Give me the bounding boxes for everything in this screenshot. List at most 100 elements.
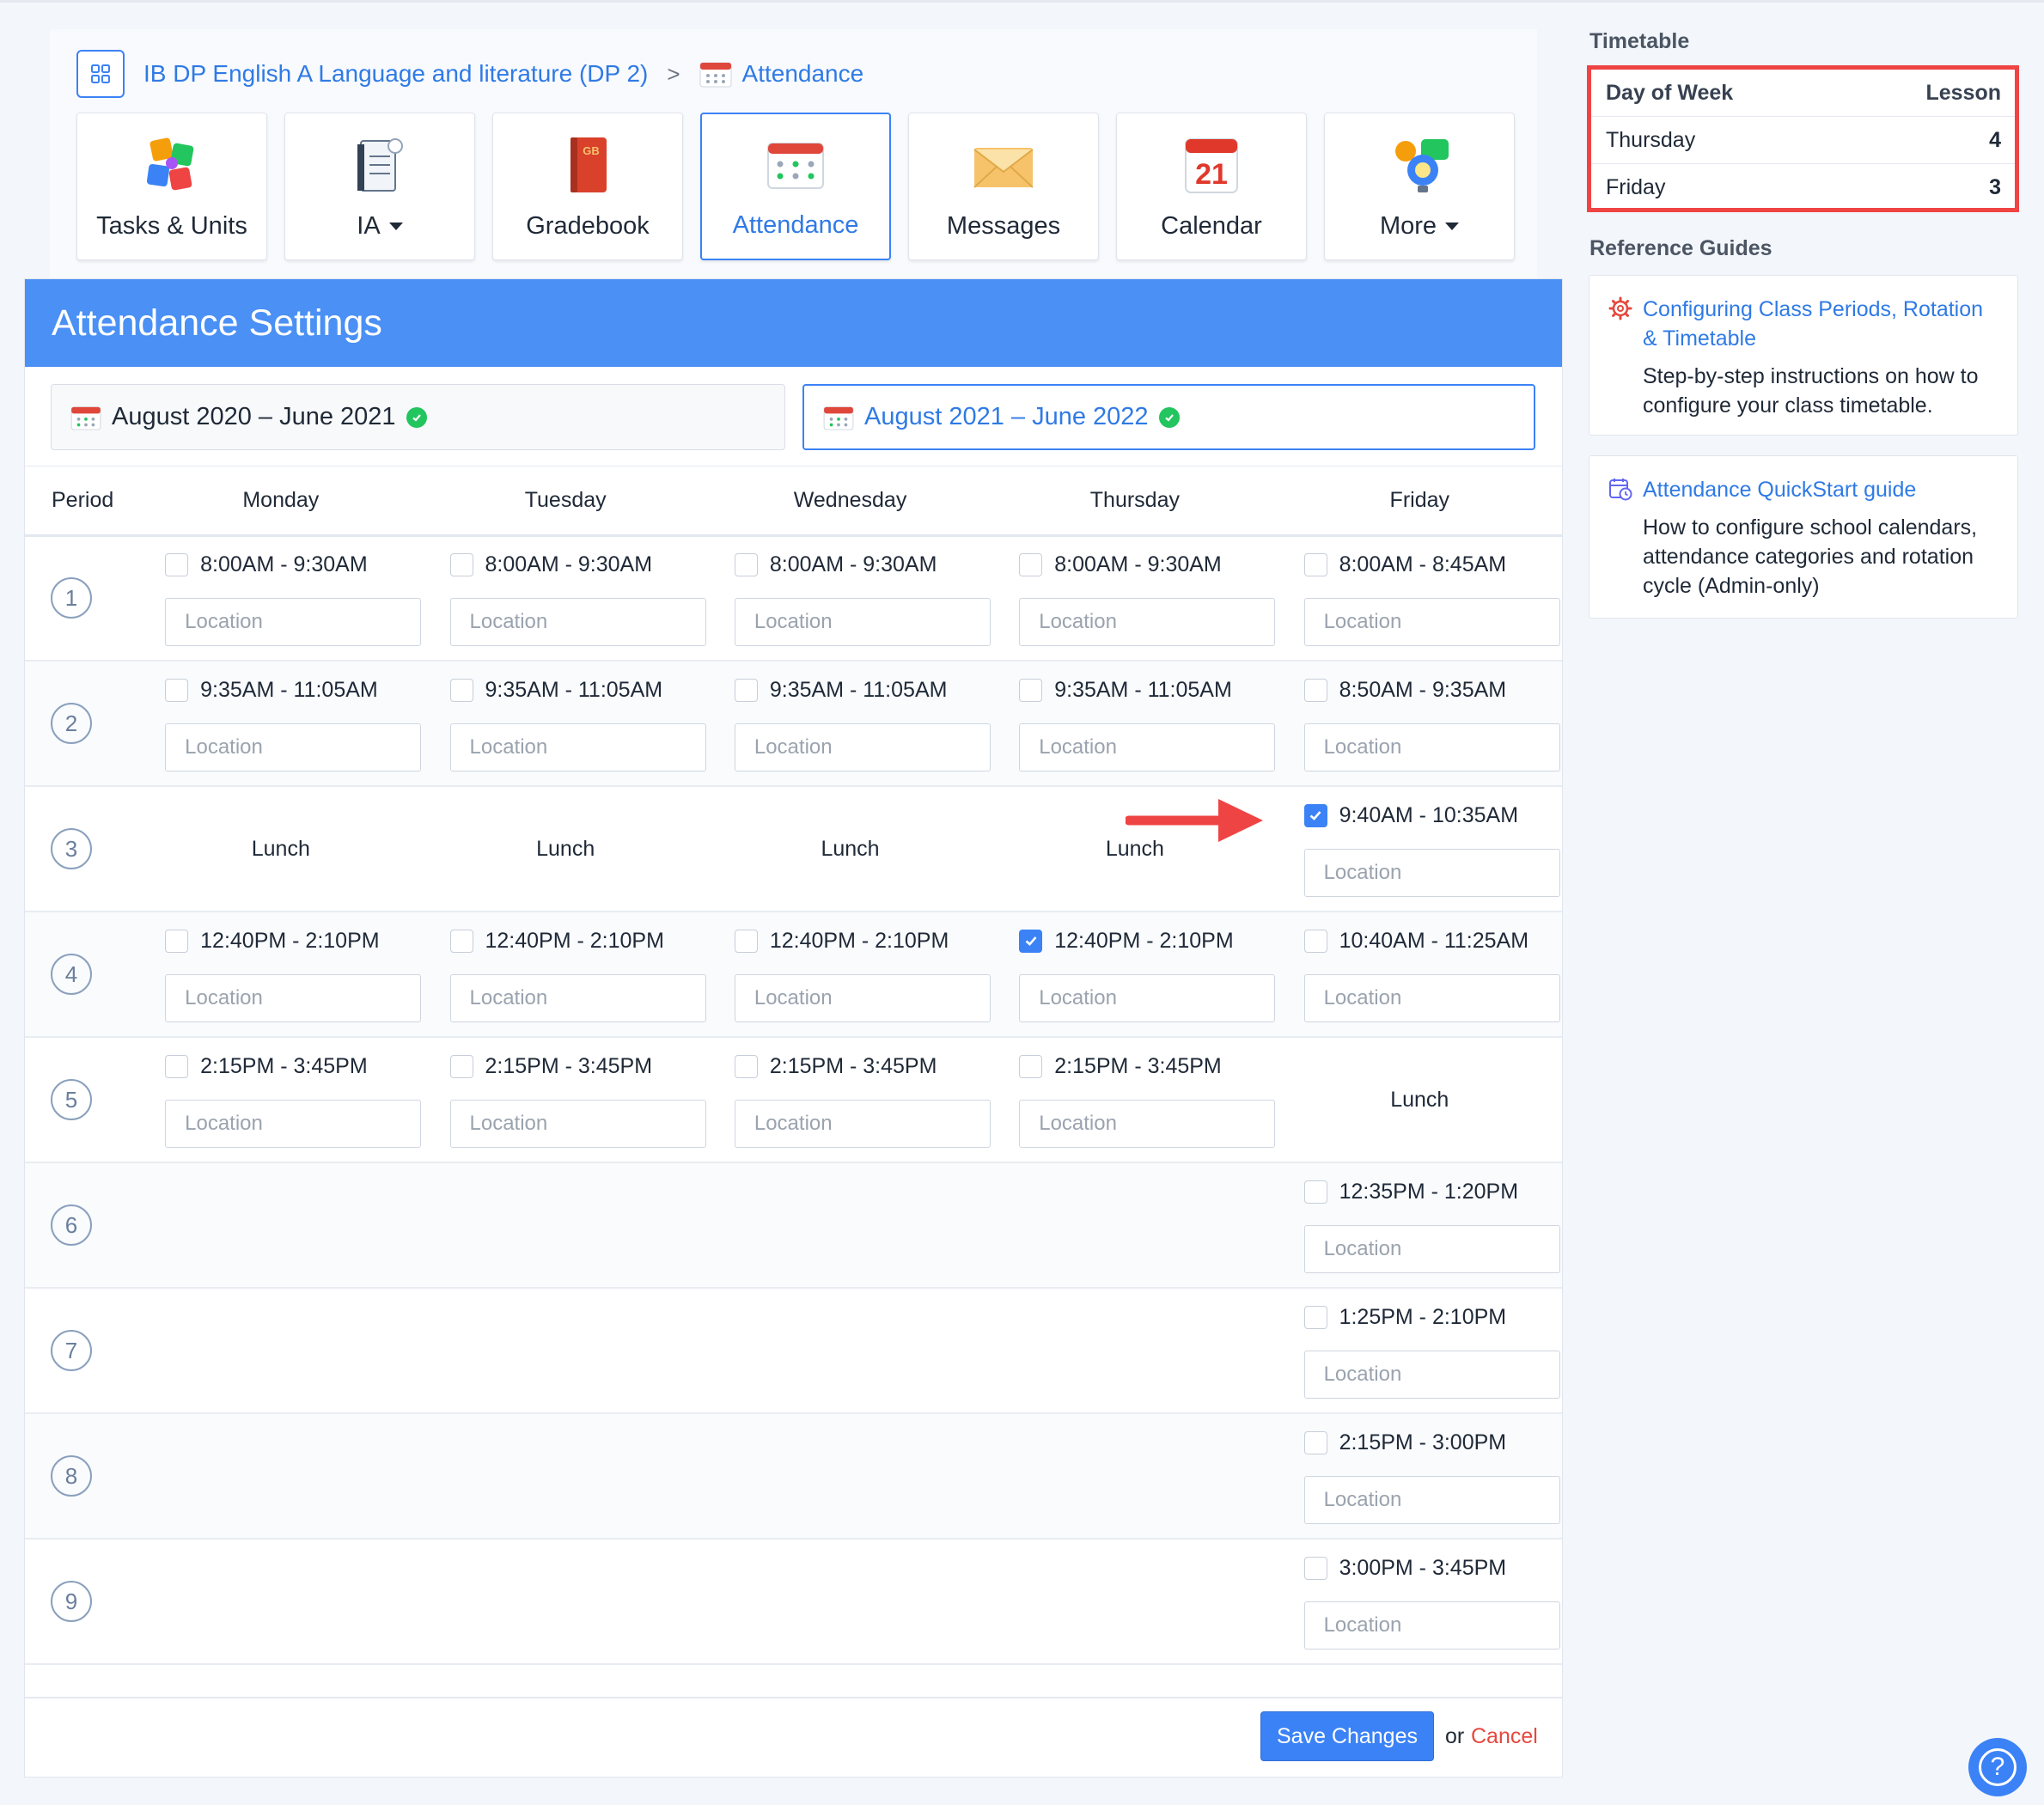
- period-number-cell: 3: [25, 786, 139, 912]
- period-checkbox[interactable]: [449, 552, 473, 576]
- slot-header: 9:40AM - 10:35AM: [1303, 801, 1560, 830]
- location-input[interactable]: [1303, 849, 1560, 897]
- year-option-selected[interactable]: August 2021 – June 2022: [802, 384, 1535, 450]
- day-slot-cell: 8:00AM - 8:45AM: [1277, 535, 1562, 662]
- apps-grid-button[interactable]: [76, 50, 125, 98]
- period-row: 8 2:15PM - 3:00PM: [25, 1413, 1562, 1540]
- guide-link[interactable]: Attendance QuickStart guide: [1643, 475, 1998, 504]
- location-input[interactable]: [165, 1100, 422, 1148]
- day-slot-cell: [707, 1539, 993, 1665]
- location-input[interactable]: [449, 1100, 706, 1148]
- period-checkbox[interactable]: [449, 1054, 473, 1078]
- period-time: 2:15PM - 3:45PM: [769, 1053, 937, 1078]
- form-footer: Save Changes or Cancel: [25, 1697, 1562, 1777]
- period-time: 8:00AM - 9:30AM: [200, 552, 368, 576]
- location-input[interactable]: [165, 974, 422, 1022]
- location-input[interactable]: [1303, 723, 1560, 771]
- page-title: Attendance Settings: [25, 279, 1562, 367]
- location-input[interactable]: [1303, 974, 1560, 1022]
- tile-calendar[interactable]: 21 Calendar: [1116, 113, 1307, 260]
- location-input[interactable]: [449, 598, 706, 647]
- period-checkbox[interactable]: [1303, 1556, 1327, 1580]
- location-input[interactable]: [1303, 1225, 1560, 1273]
- puzzle-icon: [146, 137, 194, 191]
- tile-attendance[interactable]: Attendance: [700, 113, 891, 260]
- period-checkbox[interactable]: [1303, 1430, 1327, 1454]
- location-input[interactable]: [734, 598, 991, 647]
- period-slot: 12:40PM - 2:10PM: [1019, 926, 1276, 1022]
- breadcrumb-current[interactable]: Attendance: [699, 60, 863, 88]
- tile-label: More: [1380, 212, 1460, 241]
- slot-header: 2:15PM - 3:00PM: [1303, 1428, 1560, 1457]
- breadcrumb-course-link[interactable]: IB DP English A Language and literature …: [143, 60, 648, 88]
- period-checkbox[interactable]: [1019, 1054, 1043, 1078]
- tile-more[interactable]: More: [1324, 113, 1515, 260]
- location-input[interactable]: [1303, 598, 1560, 647]
- period-checkbox[interactable]: [1019, 678, 1043, 702]
- slot-header: 12:40PM - 2:10PM: [1019, 926, 1275, 955]
- location-input[interactable]: [449, 974, 706, 1022]
- location-input[interactable]: [165, 723, 422, 771]
- column-header-day: Friday: [1277, 466, 1562, 537]
- period-slot: 8:50AM - 9:35AM: [1303, 675, 1560, 771]
- location-input[interactable]: [1019, 1100, 1276, 1148]
- location-input[interactable]: [1303, 1351, 1560, 1399]
- attendance-calendar-icon: [699, 62, 732, 88]
- location-input[interactable]: [165, 598, 422, 647]
- period-checkbox[interactable]: [1303, 1180, 1327, 1204]
- location-input[interactable]: [1019, 598, 1276, 647]
- tile-tasks-units[interactable]: Tasks & Units: [76, 113, 267, 260]
- location-input[interactable]: [1019, 723, 1276, 771]
- day-slot-cell: 8:00AM - 9:30AM: [138, 535, 424, 662]
- tile-gradebook[interactable]: GB Gradebook: [492, 113, 683, 260]
- period-checkbox[interactable]: [165, 552, 189, 576]
- day-slot-cell: Lunch: [707, 786, 993, 912]
- location-input[interactable]: [1303, 1601, 1560, 1650]
- year-option[interactable]: August 2020 – June 2021: [51, 384, 785, 450]
- period-checkbox[interactable]: [1303, 678, 1327, 702]
- period-checkbox[interactable]: [165, 678, 189, 702]
- period-checkbox[interactable]: [1019, 929, 1043, 953]
- period-checkbox[interactable]: [449, 929, 473, 953]
- period-checkbox[interactable]: [734, 929, 758, 953]
- period-checkbox[interactable]: [449, 678, 473, 702]
- day-slot-cell: 9:35AM - 11:05AM: [707, 661, 993, 787]
- slot-header: 12:40PM - 2:10PM: [734, 926, 991, 955]
- envelope-icon: [973, 148, 1034, 188]
- day-slot-cell: 12:40PM - 2:10PM: [707, 912, 993, 1038]
- day-slot-cell: [138, 1539, 424, 1665]
- cancel-link[interactable]: Cancel: [1471, 1724, 1538, 1749]
- location-input[interactable]: [734, 974, 991, 1022]
- period-checkbox[interactable]: [734, 678, 758, 702]
- period-checkbox[interactable]: [1303, 552, 1327, 576]
- help-button[interactable]: ?: [1968, 1738, 2027, 1796]
- location-input[interactable]: [734, 723, 991, 771]
- location-input[interactable]: [1019, 974, 1276, 1022]
- tile-messages[interactable]: Messages: [908, 113, 1099, 260]
- save-changes-button[interactable]: Save Changes: [1260, 1711, 1434, 1761]
- period-checkbox[interactable]: [734, 552, 758, 576]
- location-input[interactable]: [449, 723, 706, 771]
- period-checkbox[interactable]: [1019, 552, 1043, 576]
- gear-icon: [1608, 296, 1632, 320]
- day-slot-cell: 9:35AM - 11:05AM: [138, 661, 424, 787]
- period-checkbox[interactable]: [1303, 1305, 1327, 1329]
- slot-header: 12:35PM - 1:20PM: [1303, 1177, 1560, 1206]
- location-input[interactable]: [1303, 1476, 1560, 1524]
- period-checkbox[interactable]: [734, 1054, 758, 1078]
- period-slot: 2:15PM - 3:45PM: [1019, 1052, 1276, 1148]
- period-checkbox[interactable]: [1303, 803, 1327, 827]
- timetable-col-lesson: Lesson: [1925, 80, 2001, 105]
- period-rows: 1 8:00AM - 9:30AM 8:00AM - 9:30AM 8:00AM - …: [25, 535, 1562, 1665]
- gradebook-icon-text: GB: [583, 144, 600, 157]
- ia-notebook-icon: [357, 138, 403, 192]
- location-input[interactable]: [734, 1100, 991, 1148]
- period-checkbox[interactable]: [1303, 929, 1327, 953]
- top-border: [0, 0, 2044, 3]
- period-checkbox[interactable]: [165, 1054, 189, 1078]
- tile-ia[interactable]: IA: [284, 113, 475, 260]
- period-checkbox[interactable]: [165, 929, 189, 953]
- period-number-cell: 9: [25, 1539, 139, 1665]
- day-slot-cell: [138, 1288, 424, 1414]
- guide-link[interactable]: Configuring Class Periods, Rotation & Ti…: [1643, 295, 1998, 353]
